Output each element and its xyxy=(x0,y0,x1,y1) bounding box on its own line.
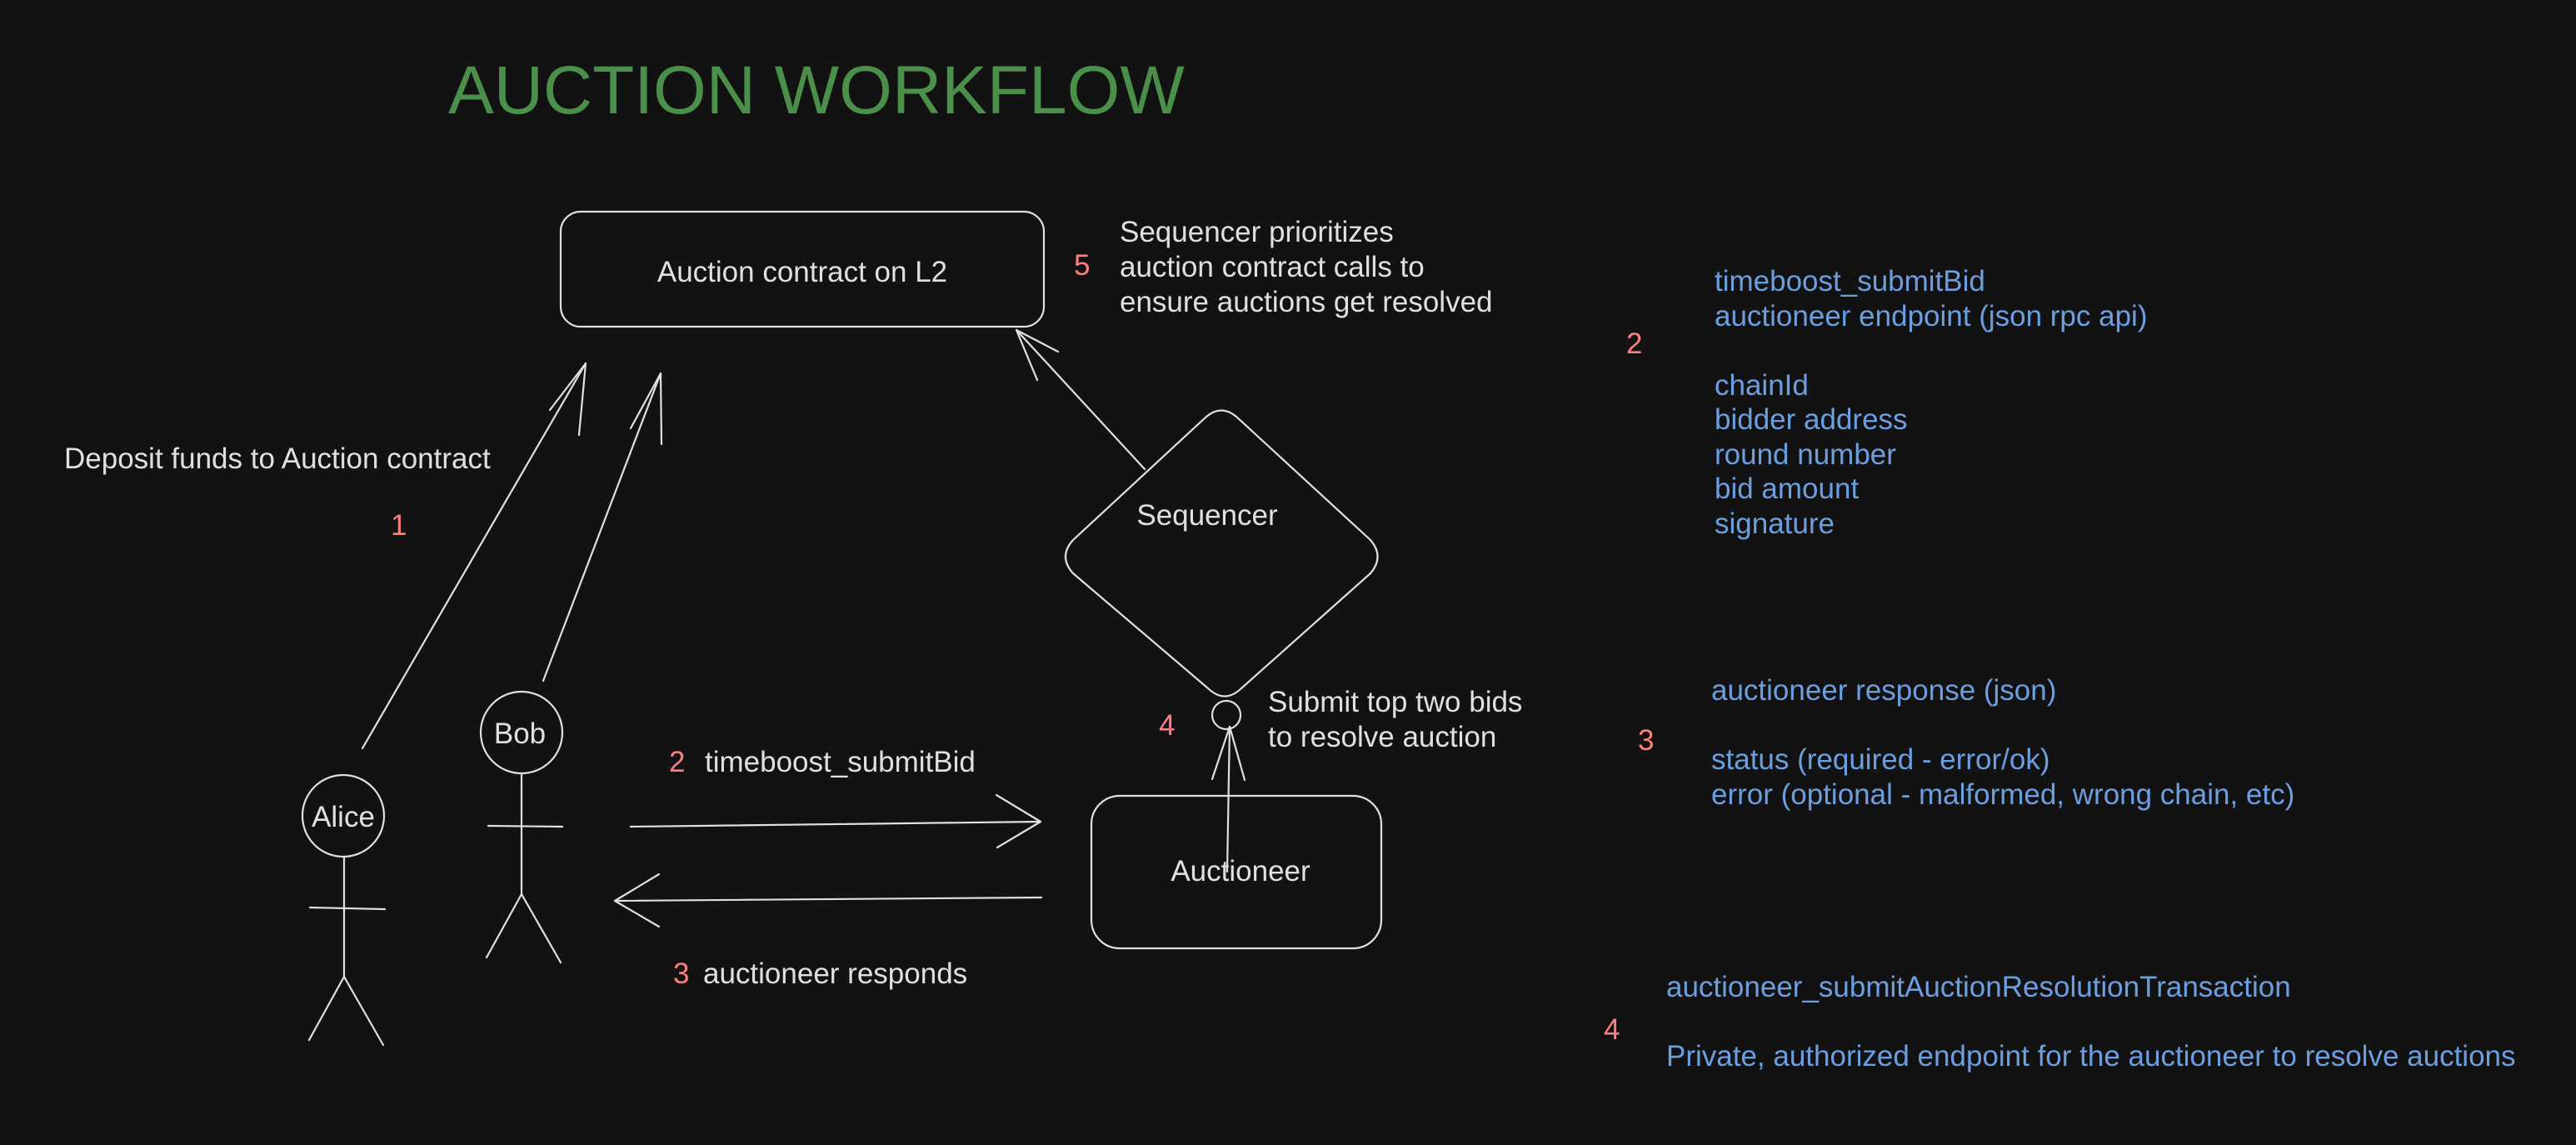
sequencer-port-circle xyxy=(1211,699,1242,731)
note-3-line: error (optional - malformed, wrong chain… xyxy=(1711,778,2295,811)
note-3-step: 3 xyxy=(1638,724,1655,757)
submit-bid-arrow xyxy=(629,793,1042,849)
step-2-number: 2 xyxy=(669,746,686,778)
alice-left-leg xyxy=(307,975,346,1042)
auctioneer-label: Auctioneer xyxy=(1171,855,1310,888)
bob-label: Bob xyxy=(494,718,546,750)
sequencer-prioritizes-line-1: Sequencer prioritizes xyxy=(1120,216,1394,248)
note-2-text: timeboost_submitBid auctioneer endpoint … xyxy=(1715,264,2147,541)
note-4-spacer xyxy=(1666,1005,2516,1040)
note-4-text: auctioneer_submitAuctionResolutionTransa… xyxy=(1666,970,2516,1074)
sequencer-prioritizes-line-3: ensure auctions get resolved xyxy=(1120,286,1493,318)
alice-right-leg xyxy=(342,975,385,1047)
bob-deposit-arrow xyxy=(542,372,663,682)
submit-bid-label: timeboost_submitBid xyxy=(705,746,976,778)
auction-contract-label: Auction contract on L2 xyxy=(657,256,947,288)
sequencer-prioritizes-label: Sequencer prioritizes auction contract c… xyxy=(1120,215,1493,320)
response-arrow xyxy=(613,872,1043,928)
submit-top-bids-label: Submit top two bids to resolve auction xyxy=(1268,685,1522,755)
note-2-line: auctioneer endpoint (json rpc api) xyxy=(1715,299,2148,332)
sequencer-to-contract-arrow xyxy=(1015,328,1146,471)
sequencer-label: Sequencer xyxy=(1136,499,1278,532)
sequencer-node[interactable] xyxy=(1064,409,1379,698)
note-2-line: timeboost_submitBid xyxy=(1715,265,1985,298)
note-2-line: round number xyxy=(1715,438,1896,471)
bob-right-leg xyxy=(520,892,562,964)
auctioneer-to-sequencer-arrow xyxy=(1211,725,1246,873)
responds-label: auctioneer responds xyxy=(703,958,968,990)
note-3-text: auctioneer response (json) status (requi… xyxy=(1711,673,2294,812)
note-3-spacer xyxy=(1711,708,2294,743)
note-4-line: auctioneer_submitAuctionResolutionTransa… xyxy=(1666,971,2291,1003)
note-4-line: Private, authorized endpoint for the auc… xyxy=(1666,1040,2516,1072)
note-4-step: 4 xyxy=(1604,1013,1620,1046)
note-2-line: bid amount xyxy=(1715,472,1860,505)
submit-top-bids-line-1: Submit top two bids xyxy=(1268,686,1523,718)
note-3-line: auctioneer response (json) xyxy=(1711,674,2057,707)
step-4-number: 4 xyxy=(1159,709,1176,742)
note-2-line: signature xyxy=(1715,507,1835,540)
step-5-number: 5 xyxy=(1074,249,1091,282)
note-2-step: 2 xyxy=(1626,328,1643,360)
note-3-line: status (required - error/ok) xyxy=(1711,743,2050,776)
bob-arms xyxy=(487,824,564,828)
sequencer-prioritizes-line-2: auction contract calls to xyxy=(1120,251,1425,283)
bob-left-leg xyxy=(485,892,523,959)
alice-label: Alice xyxy=(312,801,375,833)
alice-deposit-arrow xyxy=(361,362,587,750)
deposit-label: Deposit funds to Auction contract xyxy=(64,442,491,475)
note-2-line: bidder address xyxy=(1715,403,1908,436)
step-3-number: 3 xyxy=(673,958,690,990)
alice-actor[interactable]: Alice xyxy=(301,773,387,1047)
bob-actor[interactable]: Bob xyxy=(479,690,564,964)
submit-top-bids-line-2: to resolve auction xyxy=(1268,721,1497,753)
note-2-spacer xyxy=(1715,333,2147,368)
alice-arms xyxy=(308,906,387,911)
step-1-number: 1 xyxy=(391,509,407,542)
note-2-line: chainId xyxy=(1715,368,1809,402)
